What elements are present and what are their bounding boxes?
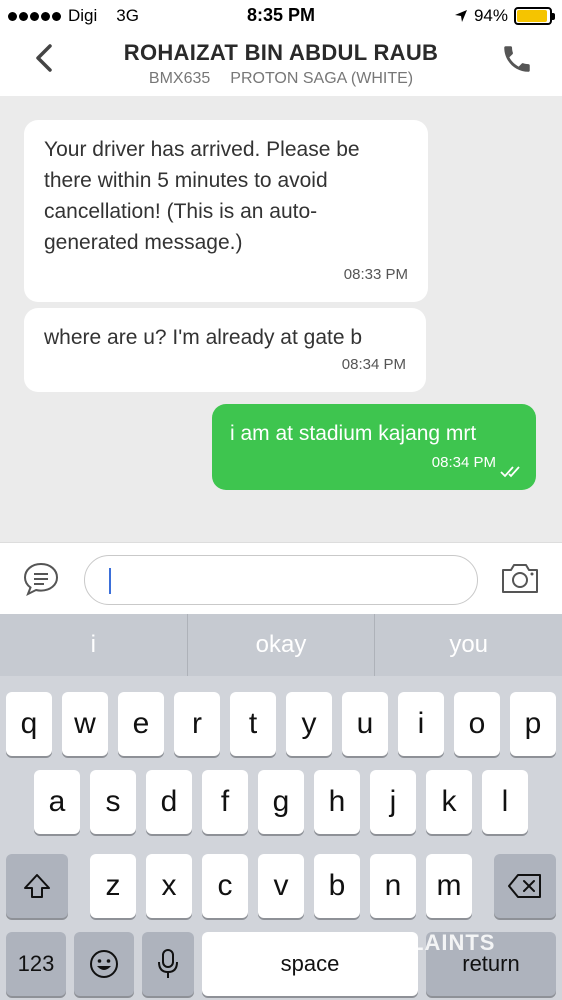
key-k[interactable]: k xyxy=(426,770,472,834)
quick-reply-button[interactable] xyxy=(22,561,60,597)
message-input[interactable] xyxy=(84,555,478,605)
key-j[interactable]: j xyxy=(370,770,416,834)
vehicle-info: BMX635 PROTON SAGA (WHITE) xyxy=(0,70,562,88)
key-h[interactable]: h xyxy=(314,770,360,834)
message-bubble-outgoing[interactable]: i am at stadium kajang mrt 08:34 PM xyxy=(212,404,536,490)
message-text: Your driver has arrived. Please be there… xyxy=(44,138,360,254)
key-n[interactable]: n xyxy=(370,854,416,918)
key-r[interactable]: r xyxy=(174,692,220,756)
watermark: LAINTS xyxy=(410,930,496,955)
key-z[interactable]: z xyxy=(90,854,136,918)
key-w[interactable]: w xyxy=(62,692,108,756)
camera-icon xyxy=(502,564,538,593)
driver-name: ROHAIZAT BIN ABDUL RAUB xyxy=(123,40,439,65)
space-key[interactable]: space xyxy=(202,932,418,996)
plate-number: BMX635 xyxy=(148,70,211,87)
message-time: 08:34 PM xyxy=(341,356,406,373)
message-time: 08:33 PM xyxy=(343,266,408,283)
key-d[interactable]: d xyxy=(146,770,192,834)
key-b[interactable]: b xyxy=(314,854,360,918)
key-v[interactable]: v xyxy=(258,854,304,918)
battery-icon xyxy=(514,7,555,25)
key-x[interactable]: x xyxy=(146,854,192,918)
location-arrow-icon xyxy=(454,10,467,22)
battery-fill xyxy=(517,10,548,22)
delete-key[interactable] xyxy=(494,854,556,918)
battery-percent: 94% xyxy=(473,6,508,25)
key-i[interactable]: i xyxy=(398,692,444,756)
suggestion-item[interactable]: you xyxy=(375,614,562,676)
key-y[interactable]: y xyxy=(286,692,332,756)
text-caret xyxy=(109,568,111,594)
message-text: i am at stadium kajang mrt xyxy=(230,422,477,445)
key-s[interactable]: s xyxy=(90,770,136,834)
microphone-icon xyxy=(158,949,178,978)
dictation-key[interactable] xyxy=(142,932,194,996)
key-p[interactable]: p xyxy=(510,692,556,756)
key-f[interactable]: f xyxy=(202,770,248,834)
key-q[interactable]: q xyxy=(6,692,52,756)
suggestion-item[interactable]: i xyxy=(0,614,187,676)
message-bubble-incoming[interactable]: where are u? I'm already at gate b 08:34… xyxy=(24,308,426,392)
phone-icon xyxy=(504,46,530,72)
key-e[interactable]: e xyxy=(118,692,164,756)
key-c[interactable]: c xyxy=(202,854,248,918)
suggestion-bar: i okay you xyxy=(0,614,562,676)
shift-key[interactable] xyxy=(6,854,68,918)
chat-bubble-icon xyxy=(23,562,59,597)
chat-header: ROHAIZAT BIN ABDUL RAUB BMX635 PROTON SAG… xyxy=(0,32,562,96)
key-t[interactable]: t xyxy=(230,692,276,756)
double-check-icon xyxy=(500,466,520,478)
call-button[interactable] xyxy=(500,42,534,76)
status-right: 94% xyxy=(454,6,555,26)
key-m[interactable]: m xyxy=(426,854,472,918)
message-list[interactable]: Your driver has arrived. Please be there… xyxy=(0,96,562,542)
backspace-icon xyxy=(508,874,541,898)
composer-bar xyxy=(0,542,562,614)
emoji-key[interactable] xyxy=(74,932,134,996)
camera-button[interactable] xyxy=(500,561,540,595)
key-u[interactable]: u xyxy=(342,692,388,756)
key-g[interactable]: g xyxy=(258,770,304,834)
status-bar: Digi 3G 8:35 PM 94% xyxy=(0,0,562,32)
shift-icon xyxy=(24,874,50,898)
key-l[interactable]: l xyxy=(482,770,528,834)
suggestion-item[interactable]: okay xyxy=(188,614,375,676)
emoji-icon xyxy=(90,950,118,978)
key-a[interactable]: a xyxy=(34,770,80,834)
car-model: PROTON SAGA (WHITE) xyxy=(230,70,414,87)
message-time: 08:34 PM xyxy=(431,454,496,471)
message-bubble-incoming[interactable]: Your driver has arrived. Please be there… xyxy=(24,120,428,302)
key-o[interactable]: o xyxy=(454,692,500,756)
numbers-key[interactable]: 123 xyxy=(6,932,66,996)
